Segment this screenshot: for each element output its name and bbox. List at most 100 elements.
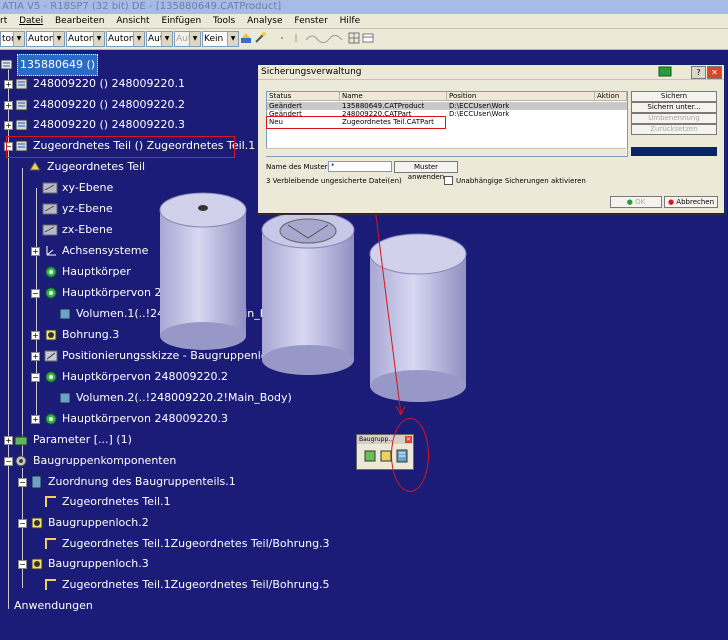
keep-rename-button[interactable]: Umbenennung beibehalten bbox=[631, 113, 717, 131]
component-icon bbox=[15, 78, 28, 90]
settings-icon[interactable] bbox=[658, 66, 672, 77]
menu-item-bearbeiten[interactable]: Bearbeiten bbox=[51, 14, 109, 28]
grid-icon[interactable] bbox=[348, 32, 360, 44]
parameter-icon bbox=[14, 434, 28, 446]
curve-tools-icon[interactable] bbox=[304, 32, 344, 44]
arrow-icon[interactable] bbox=[290, 32, 302, 44]
chevron-down-icon: ▼ bbox=[227, 32, 238, 46]
window-title: ATIA V5 - R18SP7 (32 bit) DE - [13588064… bbox=[2, 1, 282, 12]
tree-item-label: 248009220 () 248009220.2 bbox=[33, 98, 186, 111]
hole-icon bbox=[31, 558, 43, 570]
tree-item-label: Achsensysteme bbox=[62, 244, 149, 257]
tree-item-label: Zugeordnetes Teil bbox=[47, 160, 146, 173]
expand-icon[interactable]: + bbox=[4, 101, 13, 110]
remaining-files-text: 3 Verbleibende ungesicherte Datei(en) bbox=[266, 177, 402, 185]
cylinder-1[interactable] bbox=[159, 192, 247, 350]
menu-item-fenster[interactable]: Fenster bbox=[290, 14, 332, 28]
collapse-icon[interactable]: − bbox=[18, 519, 27, 528]
collapse-icon[interactable]: − bbox=[31, 289, 40, 298]
independent-save-label: Unabhängige Sicherungen aktivieren bbox=[456, 177, 586, 185]
expand-icon[interactable]: + bbox=[31, 352, 40, 361]
col-action[interactable]: Aktion bbox=[595, 92, 627, 101]
combo-7[interactable]: Kein ▼ bbox=[202, 31, 239, 47]
collapse-icon[interactable]: − bbox=[31, 373, 40, 382]
combo-4[interactable]: Automa ▼ bbox=[106, 31, 145, 47]
cell-status: Geändert bbox=[269, 102, 302, 110]
assembly-feature-icon[interactable] bbox=[363, 449, 377, 463]
annotation-box bbox=[6, 136, 235, 158]
menu-item-tools[interactable]: Tools bbox=[209, 14, 240, 28]
expand-icon[interactable]: + bbox=[31, 331, 40, 340]
menu-item-start[interactable]: rt bbox=[0, 14, 12, 28]
component-icon bbox=[15, 119, 28, 131]
hole-icon bbox=[45, 329, 57, 341]
expand-icon[interactable]: + bbox=[31, 415, 40, 424]
dot-icon[interactable] bbox=[276, 32, 288, 44]
ok-button[interactable]: ● OK bbox=[610, 196, 662, 208]
body-gear-icon bbox=[45, 287, 57, 299]
body-gear-icon bbox=[45, 266, 57, 278]
menu-item-hilfe[interactable]: Hilfe bbox=[336, 14, 365, 28]
magic-wand-icon[interactable] bbox=[254, 32, 266, 44]
link-icon bbox=[45, 538, 56, 549]
reset-button[interactable]: Zurücksetzen bbox=[631, 124, 717, 135]
combo-3[interactable]: Automa ▼ bbox=[66, 31, 105, 47]
combo-6[interactable]: Aut ▼ bbox=[174, 31, 201, 47]
cancel-button[interactable]: ● Abbrechen bbox=[664, 196, 718, 208]
dialog-title-bar: Sicherungsverwaltung ? ✕ bbox=[258, 65, 724, 80]
cell-position: D:\ECCUser\Work bbox=[449, 102, 510, 110]
save-as-button[interactable]: Sichern unter... bbox=[631, 102, 717, 113]
tree-item-label: 248009220 () 248009220.1 bbox=[33, 77, 186, 90]
collapse-icon[interactable]: − bbox=[18, 478, 27, 487]
chevron-down-icon: ▼ bbox=[189, 32, 200, 46]
tree-branch bbox=[36, 188, 37, 418]
menu-bar: rt Datei Bearbeiten Ansicht Einfügen Too… bbox=[0, 14, 728, 29]
cylinder-3[interactable] bbox=[369, 233, 467, 402]
tree-item-label: xy-Ebene bbox=[62, 181, 114, 194]
close-icon[interactable]: ✕ bbox=[707, 66, 722, 79]
collapse-icon[interactable]: − bbox=[18, 560, 27, 569]
dialog-title: Sicherungsverwaltung bbox=[261, 67, 362, 77]
cylinder-2[interactable] bbox=[261, 211, 355, 375]
plane-icon bbox=[42, 224, 58, 236]
menu-item-analyse[interactable]: Analyse bbox=[243, 14, 287, 28]
mini-toolbar-title: Baugrupp... bbox=[359, 436, 395, 443]
chevron-down-icon: ▼ bbox=[133, 32, 144, 46]
3d-viewport[interactable] bbox=[148, 190, 478, 440]
expand-icon[interactable]: + bbox=[31, 247, 40, 256]
help-icon[interactable]: ? bbox=[691, 66, 706, 79]
combo-1[interactable]: tomo▼ bbox=[0, 31, 25, 47]
expand-icon[interactable]: + bbox=[4, 436, 13, 445]
combo-2[interactable]: Automa ▼ bbox=[26, 31, 65, 47]
menu-item-datei[interactable]: Datei bbox=[15, 14, 48, 28]
tree-item-label: 248009220 () 248009220.3 bbox=[33, 118, 186, 131]
apply-pattern-button[interactable]: Muster anwenden bbox=[394, 161, 458, 181]
part-icon bbox=[29, 161, 41, 171]
horizontal-scrollbar[interactable] bbox=[266, 148, 626, 156]
col-status[interactable]: Status bbox=[267, 92, 340, 101]
pattern-input[interactable]: * bbox=[328, 161, 392, 172]
menu-item-einfuegen[interactable]: Einfügen bbox=[157, 14, 206, 28]
col-name[interactable]: Name bbox=[340, 92, 447, 101]
col-position[interactable]: Position bbox=[447, 92, 595, 101]
tree-item-label: Zuordnung des Baugruppenteils.1 bbox=[48, 475, 236, 488]
cancel-icon: ● bbox=[667, 198, 675, 206]
progress-area bbox=[631, 147, 717, 156]
expand-icon[interactable]: + bbox=[4, 121, 13, 130]
brush-icon[interactable] bbox=[240, 32, 252, 44]
chevron-down-icon: ▼ bbox=[13, 32, 24, 46]
menu-item-ansicht[interactable]: Ansicht bbox=[112, 14, 154, 28]
save-button[interactable]: Sichern bbox=[631, 91, 717, 102]
cancel-label: Abbrechen bbox=[676, 198, 715, 206]
combo-7-value: Kein bbox=[204, 34, 224, 44]
collapse-icon[interactable]: − bbox=[4, 457, 13, 466]
body-gear-icon bbox=[45, 371, 57, 383]
expand-icon[interactable]: + bbox=[4, 80, 13, 89]
independent-save-checkbox[interactable] bbox=[444, 176, 453, 185]
combo-5[interactable]: Aut ▼ bbox=[146, 31, 173, 47]
chevron-down-icon: ▼ bbox=[53, 32, 64, 46]
table-icon[interactable] bbox=[362, 32, 374, 44]
title-bar: ATIA V5 - R18SP7 (32 bit) DE - [13588064… bbox=[0, 0, 728, 14]
annotation-ellipse bbox=[391, 418, 429, 492]
axis-system-icon bbox=[46, 246, 56, 256]
